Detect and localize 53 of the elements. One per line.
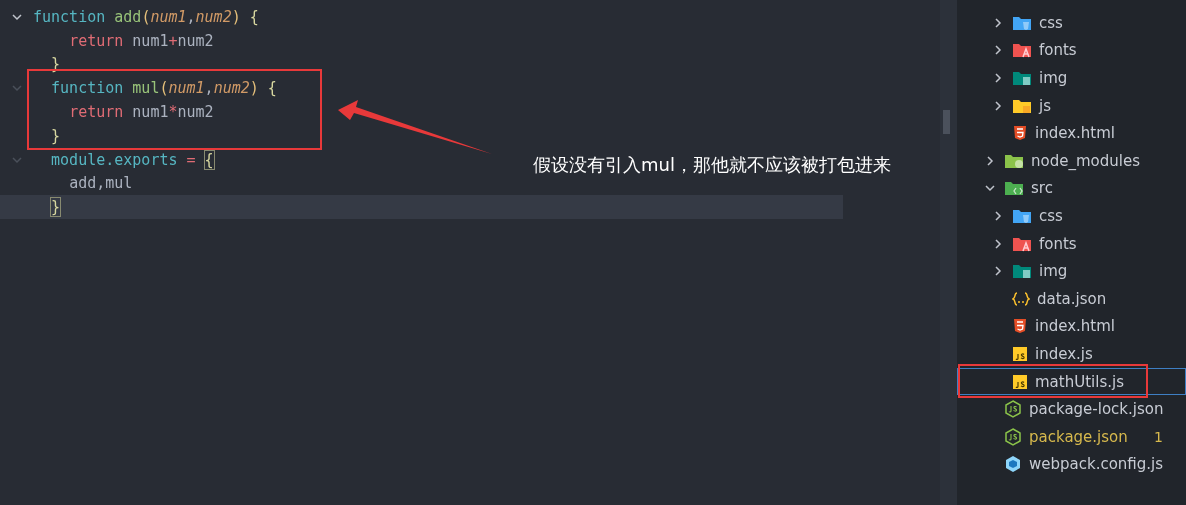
file-tree-item[interactable]: img xyxy=(957,64,1186,92)
file-tree-item[interactable]: css xyxy=(957,9,1186,37)
js-folder-icon xyxy=(1012,97,1032,114)
fonts-folder-icon xyxy=(1012,42,1032,59)
html-file-icon xyxy=(1012,125,1028,142)
chevron-right-icon[interactable] xyxy=(992,72,1004,84)
image-folder-icon xyxy=(1012,263,1032,280)
file-tree-item[interactable]: src xyxy=(957,174,1186,203)
json-file-icon xyxy=(1012,290,1030,307)
node-folder-icon xyxy=(1004,152,1024,169)
file-tree-item[interactable]: node_modules xyxy=(957,146,1186,175)
hexagon-file-icon xyxy=(1004,427,1022,446)
file-tree-item[interactable]: img xyxy=(957,257,1186,285)
file-tree-item[interactable]: data.json xyxy=(957,284,1186,313)
code-line: } xyxy=(50,126,61,145)
problem-count: 1 xyxy=(1154,428,1163,445)
code-line: return num1+num2 xyxy=(68,31,214,50)
js-file-icon xyxy=(1012,345,1028,362)
file-tree-item[interactable]: package.json 1 xyxy=(957,422,1186,451)
chevron-right-icon[interactable] xyxy=(992,237,1004,250)
annotation-text: 假设没有引入mul，那他就不应该被打包进来 xyxy=(533,153,891,177)
file-tree-item[interactable]: package-lock.json xyxy=(957,395,1186,423)
js-file-icon xyxy=(1012,373,1028,390)
image-folder-icon xyxy=(1012,70,1032,86)
file-tree-item[interactable]: webpack.config.js xyxy=(957,450,1186,479)
file-tree-item[interactable]: index.html xyxy=(957,312,1186,341)
hexagon-file-icon xyxy=(1004,400,1022,419)
chevron-right-icon[interactable] xyxy=(992,44,1004,57)
cube-file-icon xyxy=(1004,455,1022,474)
code-line: } xyxy=(50,198,61,217)
html-file-icon xyxy=(1012,318,1028,335)
code-line: module.exports = { xyxy=(50,150,214,169)
code-line: add,mul xyxy=(68,174,133,193)
file-tree-item[interactable]: css xyxy=(957,202,1186,230)
code-line: return num1*num2 xyxy=(68,103,214,122)
css-folder-icon xyxy=(1012,207,1032,224)
chevron-right-icon[interactable] xyxy=(984,154,996,167)
file-tree-item[interactable]: fonts xyxy=(957,36,1186,65)
css-folder-icon xyxy=(1012,14,1032,31)
file-tree-item[interactable]: fonts xyxy=(957,229,1186,258)
file-tree-item[interactable]: index.html xyxy=(957,119,1186,147)
scrollbar-thumb[interactable] xyxy=(943,110,950,134)
code-line: function mul(num1,num2) { xyxy=(50,79,277,98)
file-tree-item[interactable]: js xyxy=(957,91,1186,120)
chevron-right-icon[interactable] xyxy=(992,99,1004,112)
code-folder-icon xyxy=(1004,180,1024,197)
code-line: function add(num1,num2) { xyxy=(33,7,259,26)
chevron-right-icon[interactable] xyxy=(992,265,1004,278)
file-tree-item[interactable]: mathUtils.js xyxy=(957,367,1186,396)
file-tree-item[interactable]: index.js xyxy=(957,340,1186,368)
chevron-right-icon[interactable] xyxy=(992,16,1004,29)
fonts-folder-icon xyxy=(1012,235,1032,252)
chevron-right-icon[interactable] xyxy=(992,209,1004,222)
